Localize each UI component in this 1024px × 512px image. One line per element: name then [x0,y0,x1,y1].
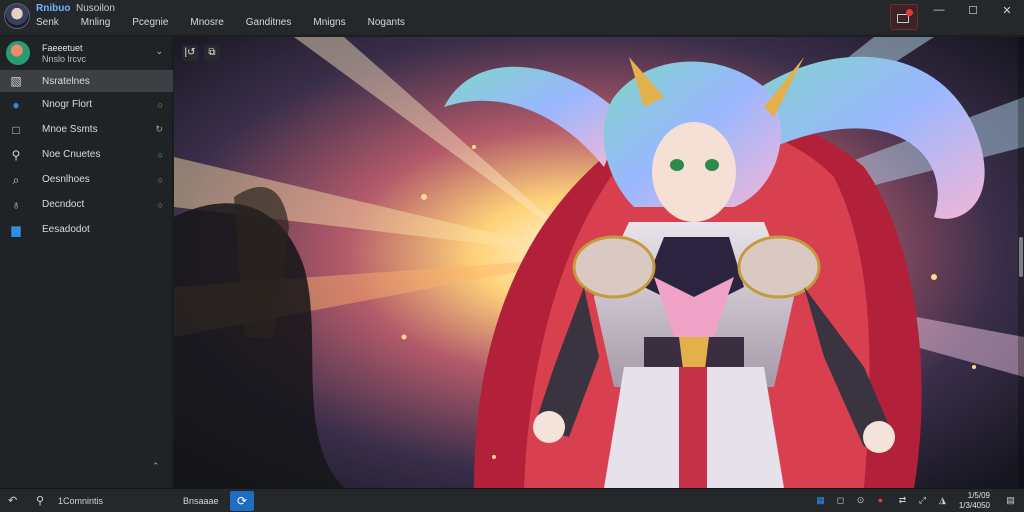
window-controls: — ☐ ✕ [922,0,1024,20]
image-toolbar: |↺ ⧉ [182,45,220,61]
menu-item-6[interactable]: Mnigns [313,17,345,28]
app-icon: ⟳ [236,494,248,508]
status-icon: ○ [157,149,163,160]
sidebar-item-6[interactable]: ♁ Decndoct ○ [0,192,173,217]
status-icon: ○ [157,99,163,110]
share-icon[interactable]: ⤢ [917,495,928,506]
menu-item-4[interactable]: Mnosre [190,17,223,28]
profile-header[interactable]: Faeeetuet Nnslo lrcvc ⌄ [0,37,173,69]
menu-item-2[interactable]: Mnling [81,17,110,28]
title-bar: Rnibuo Nusoilon Senk Mnling Pcegnie Mnos… [0,0,1024,36]
status-bar: ↶ ⚲ 1Comnintis Bnsaaae ⟳ ▦ ◻ ⊙ ● ⇄ ⤢ ◮ 1… [0,488,1024,512]
active-app-button[interactable]: ⟳ [230,491,254,511]
folder-icon: ▆ [11,222,21,237]
image-viewer[interactable]: |↺ ⧉ [174,37,1024,488]
search-icon: ⚲ [11,147,21,162]
sidebar-item-label: Decndoct [42,199,85,210]
square-icon: □ [12,122,20,137]
sidebar-item-7[interactable]: ▆ Eesadodot [0,217,173,242]
app-avatar[interactable] [4,3,30,29]
settings-icon[interactable]: ⊙ [855,495,866,506]
vertical-scrollbar[interactable] [1018,37,1024,488]
alert-icon[interactable]: ● [875,495,886,506]
sidebar-item-label: Nsratelnes [42,75,90,87]
profile-name: Faeeetuet [42,43,83,53]
profile-status: Nnslo lrcvc [42,54,87,64]
copy-icon[interactable]: ⧉ [204,45,220,61]
sidebar-item-5[interactable]: ⌕ Oesnlhoes ○ [0,167,173,192]
sidebar-item-label: Oesnlhoes [42,174,90,185]
menu-item-5[interactable]: Ganditnes [246,17,292,28]
scrollbar-thumb[interactable] [1019,237,1023,277]
clock-date: 1/3/4050 [958,501,990,510]
undo-icon[interactable]: ↶ [8,494,17,507]
artwork-image [174,37,1024,488]
maximize-button[interactable]: ☐ [956,0,990,20]
status-center-label: Bnsaaae [183,496,219,506]
sidebar: Faeeetuet Nnslo lrcvc ⌄ ▧ Nsratelnes ● N… [0,37,173,488]
status-left-label: 1Comnintis [58,496,104,506]
sidebar-item-4[interactable]: ⚲ Noe Cnuetes ○ [0,142,173,167]
screen-record-button[interactable] [890,4,918,30]
app-title: Rnibuo [36,3,71,14]
chevron-down-icon[interactable]: ⌄ [155,46,163,57]
notification-icon[interactable]: ▤ [1005,495,1016,506]
sidebar-item-label: Mnoe Ssmts [42,124,98,135]
sidebar-item-label: Eesadodot [42,224,90,235]
menu-item-1[interactable]: Senk [36,17,59,28]
cloud-icon: ● [12,97,20,112]
sync-icon[interactable]: ⇄ [897,495,908,506]
sidebar-item-label: Nnogr Flort [42,99,93,110]
sidebar-nav: ▧ Nsratelnes ● Nnogr Flort ○ □ Mnoe Ssmt… [0,70,173,242]
menu-bar: Senk Mnling Pcegnie Mnosre Ganditnes Mni… [36,17,427,28]
clock-time: 1/5/09 [967,491,990,500]
sidebar-item-2[interactable]: ● Nnogr Flort ○ [0,92,173,117]
close-button[interactable]: ✕ [990,0,1024,20]
refresh-icon: ↻ [155,124,163,134]
status-icon: ○ [157,174,163,185]
record-dot-icon [906,9,913,16]
sidebar-item-label: Noe Cnuetes [42,149,101,160]
volume-icon[interactable]: ◮ [937,495,948,506]
minimize-button[interactable]: — [922,0,956,20]
status-icon: ○ [157,199,163,210]
image-icon: ▧ [10,74,22,88]
search-icon[interactable]: ⚲ [36,494,44,507]
menu-item-7[interactable]: Nogants [368,17,405,28]
menu-item-3[interactable]: Pcegnie [132,17,168,28]
chevron-up-icon[interactable]: ⌃ [152,461,160,472]
rotate-icon[interactable]: |↺ [182,45,198,61]
tag-icon: ⌕ [12,172,20,187]
app-subtitle: Nusoilon [76,3,115,14]
sidebar-item-3[interactable]: □ Mnoe Ssmts ↻ [0,117,173,142]
profile-avatar [6,41,30,65]
apple-icon: ♁ [11,197,21,212]
network-icon[interactable]: ▦ [815,495,826,506]
chat-icon[interactable]: ◻ [835,495,846,506]
sidebar-item-1[interactable]: ▧ Nsratelnes [0,70,173,92]
